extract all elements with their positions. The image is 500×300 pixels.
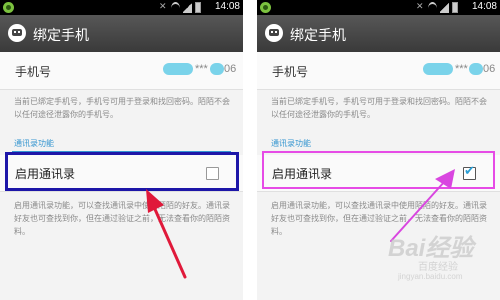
app-notification-icon xyxy=(3,2,14,13)
section-divider xyxy=(12,151,231,152)
phone-masked-digits: *** xyxy=(195,63,208,75)
mute-icon: ✕ xyxy=(416,2,424,12)
mute-icon: ✕ xyxy=(159,2,167,12)
enable-contacts-row[interactable]: 启用通讯录 xyxy=(257,155,500,192)
phone-suffix: 06 xyxy=(224,63,237,75)
wifi-icon xyxy=(171,2,180,15)
phone-description: 当前已绑定手机号，手机号可用于登录和找回密码。陌陌不会以任何途径泄露你的手机号。 xyxy=(271,97,487,119)
wifi-icon xyxy=(428,2,437,15)
phone-suffix: 06 xyxy=(483,63,496,75)
phone-number-row: 手机号 *** 06 xyxy=(257,52,500,90)
phone-label: 手机号 xyxy=(272,65,309,79)
phone-blur-mask xyxy=(163,63,193,75)
contacts-description: 启用通讯录功能，可以查找通讯录中使用陌陌的好友。通讯录好友也可查找到你，但在通过… xyxy=(14,201,230,236)
phone-description: 当前已绑定手机号，手机号可用于登录和找回密码。陌陌不会以任何途径泄露你的手机号。 xyxy=(14,97,230,119)
section-divider xyxy=(269,151,488,152)
status-time: 14:08 xyxy=(471,1,497,12)
phone-blur-mask xyxy=(469,63,483,75)
enable-contacts-label: 启用通讯录 xyxy=(272,167,333,181)
section-heading: 通讯录功能 xyxy=(271,139,311,148)
enable-contacts-checkbox[interactable] xyxy=(206,167,219,180)
phone-blur-mask xyxy=(210,63,224,75)
app-logo-icon[interactable] xyxy=(265,24,283,42)
status-time: 14:08 xyxy=(214,1,240,12)
signal-icon xyxy=(183,2,192,13)
battery-icon xyxy=(195,2,201,13)
app-notification-icon xyxy=(260,2,271,13)
phone-masked-digits: *** xyxy=(455,63,468,75)
enable-contacts-label: 启用通讯录 xyxy=(15,167,76,181)
phone-screen-right: ✕ 14:08 绑定手机 手机号 *** 06 当前已绑定手机号，手机号可用于登… xyxy=(257,0,500,300)
enable-contacts-checkbox-checked[interactable] xyxy=(463,164,476,180)
section-heading: 通讯录功能 xyxy=(14,139,54,148)
signal-icon xyxy=(440,2,449,13)
phone-screen-left: ✕ 14:08 绑定手机 手机号 *** 06 当前已绑定手机号，手机号可用于登… xyxy=(0,0,243,300)
battery-icon xyxy=(452,2,458,13)
page-title: 绑定手机 xyxy=(290,28,346,44)
enable-contacts-row[interactable]: 启用通讯录 xyxy=(0,155,243,192)
status-bar: ✕ 14:08 xyxy=(0,0,243,15)
page-title: 绑定手机 xyxy=(33,28,89,44)
phone-number-row: 手机号 *** 06 xyxy=(0,52,243,90)
title-bar: 绑定手机 xyxy=(257,15,500,53)
app-logo-icon[interactable] xyxy=(8,24,26,42)
phone-label: 手机号 xyxy=(15,65,52,79)
status-bar: ✕ 14:08 xyxy=(257,0,500,15)
contacts-description: 启用通讯录功能，可以查找通讯录中使用陌陌的好友。通讯录好友也可查找到你，但在通过… xyxy=(271,201,487,236)
title-bar: 绑定手机 xyxy=(0,15,243,53)
phone-blur-mask xyxy=(423,63,453,75)
